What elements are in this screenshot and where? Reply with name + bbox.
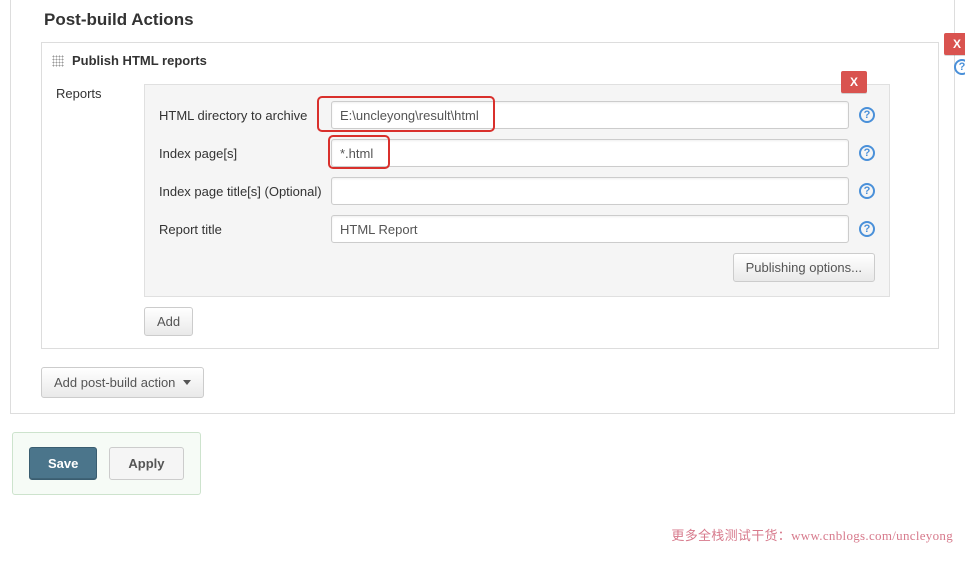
report-config-box: X HTML directory to archive ? Index page… (144, 84, 890, 297)
close-icon: X (944, 33, 965, 55)
block-header: Publish HTML reports (42, 43, 938, 76)
help-icon: ? (954, 59, 965, 75)
help-report-title[interactable]: ? (859, 221, 875, 237)
index-titles-label: Index page title[s] (Optional) (159, 184, 331, 199)
add-post-build-action-button[interactable]: Add post-build action (41, 367, 204, 398)
publish-html-reports-block: X ? Publish HTML reports Reports X (41, 42, 939, 349)
add-report-button[interactable]: Add (144, 307, 193, 336)
block-title: Publish HTML reports (72, 53, 207, 68)
html-dir-label: HTML directory to archive (159, 108, 331, 123)
close-icon: X (841, 71, 867, 93)
help-icon: ? (859, 145, 875, 161)
chevron-down-icon (183, 380, 191, 385)
add-post-build-action-label: Add post-build action (54, 375, 175, 390)
help-icon: ? (859, 183, 875, 199)
index-pages-label: Index page[s] (159, 146, 331, 161)
report-title-input[interactable] (331, 215, 849, 243)
html-dir-input[interactable] (331, 101, 849, 129)
help-html-dir[interactable]: ? (859, 107, 875, 123)
footer-actions: Save Apply (12, 432, 201, 495)
help-index-titles[interactable]: ? (859, 183, 875, 199)
post-build-actions-section: Post-build Actions X ? Publish HTML repo… (10, 0, 955, 414)
watermark-text: 更多全栈测试干货：www.cnblogs.com/uncleyong (671, 525, 953, 544)
index-titles-input[interactable] (331, 177, 849, 205)
delete-block-button[interactable]: X (944, 33, 965, 55)
reports-area: X HTML directory to archive ? Index page… (144, 84, 890, 336)
help-icon: ? (859, 221, 875, 237)
drag-handle-icon[interactable] (52, 55, 64, 67)
save-button[interactable]: Save (29, 447, 97, 480)
help-icon: ? (859, 107, 875, 123)
index-pages-input[interactable] (331, 139, 849, 167)
publishing-options-button[interactable]: Publishing options... (733, 253, 875, 282)
delete-report-button[interactable]: X (841, 71, 867, 93)
help-index-pages[interactable]: ? (859, 145, 875, 161)
section-title: Post-build Actions (26, 0, 939, 42)
apply-button[interactable]: Apply (109, 447, 183, 480)
report-title-label: Report title (159, 222, 331, 237)
reports-label: Reports (56, 84, 144, 336)
help-block-button[interactable]: ? (954, 59, 965, 75)
